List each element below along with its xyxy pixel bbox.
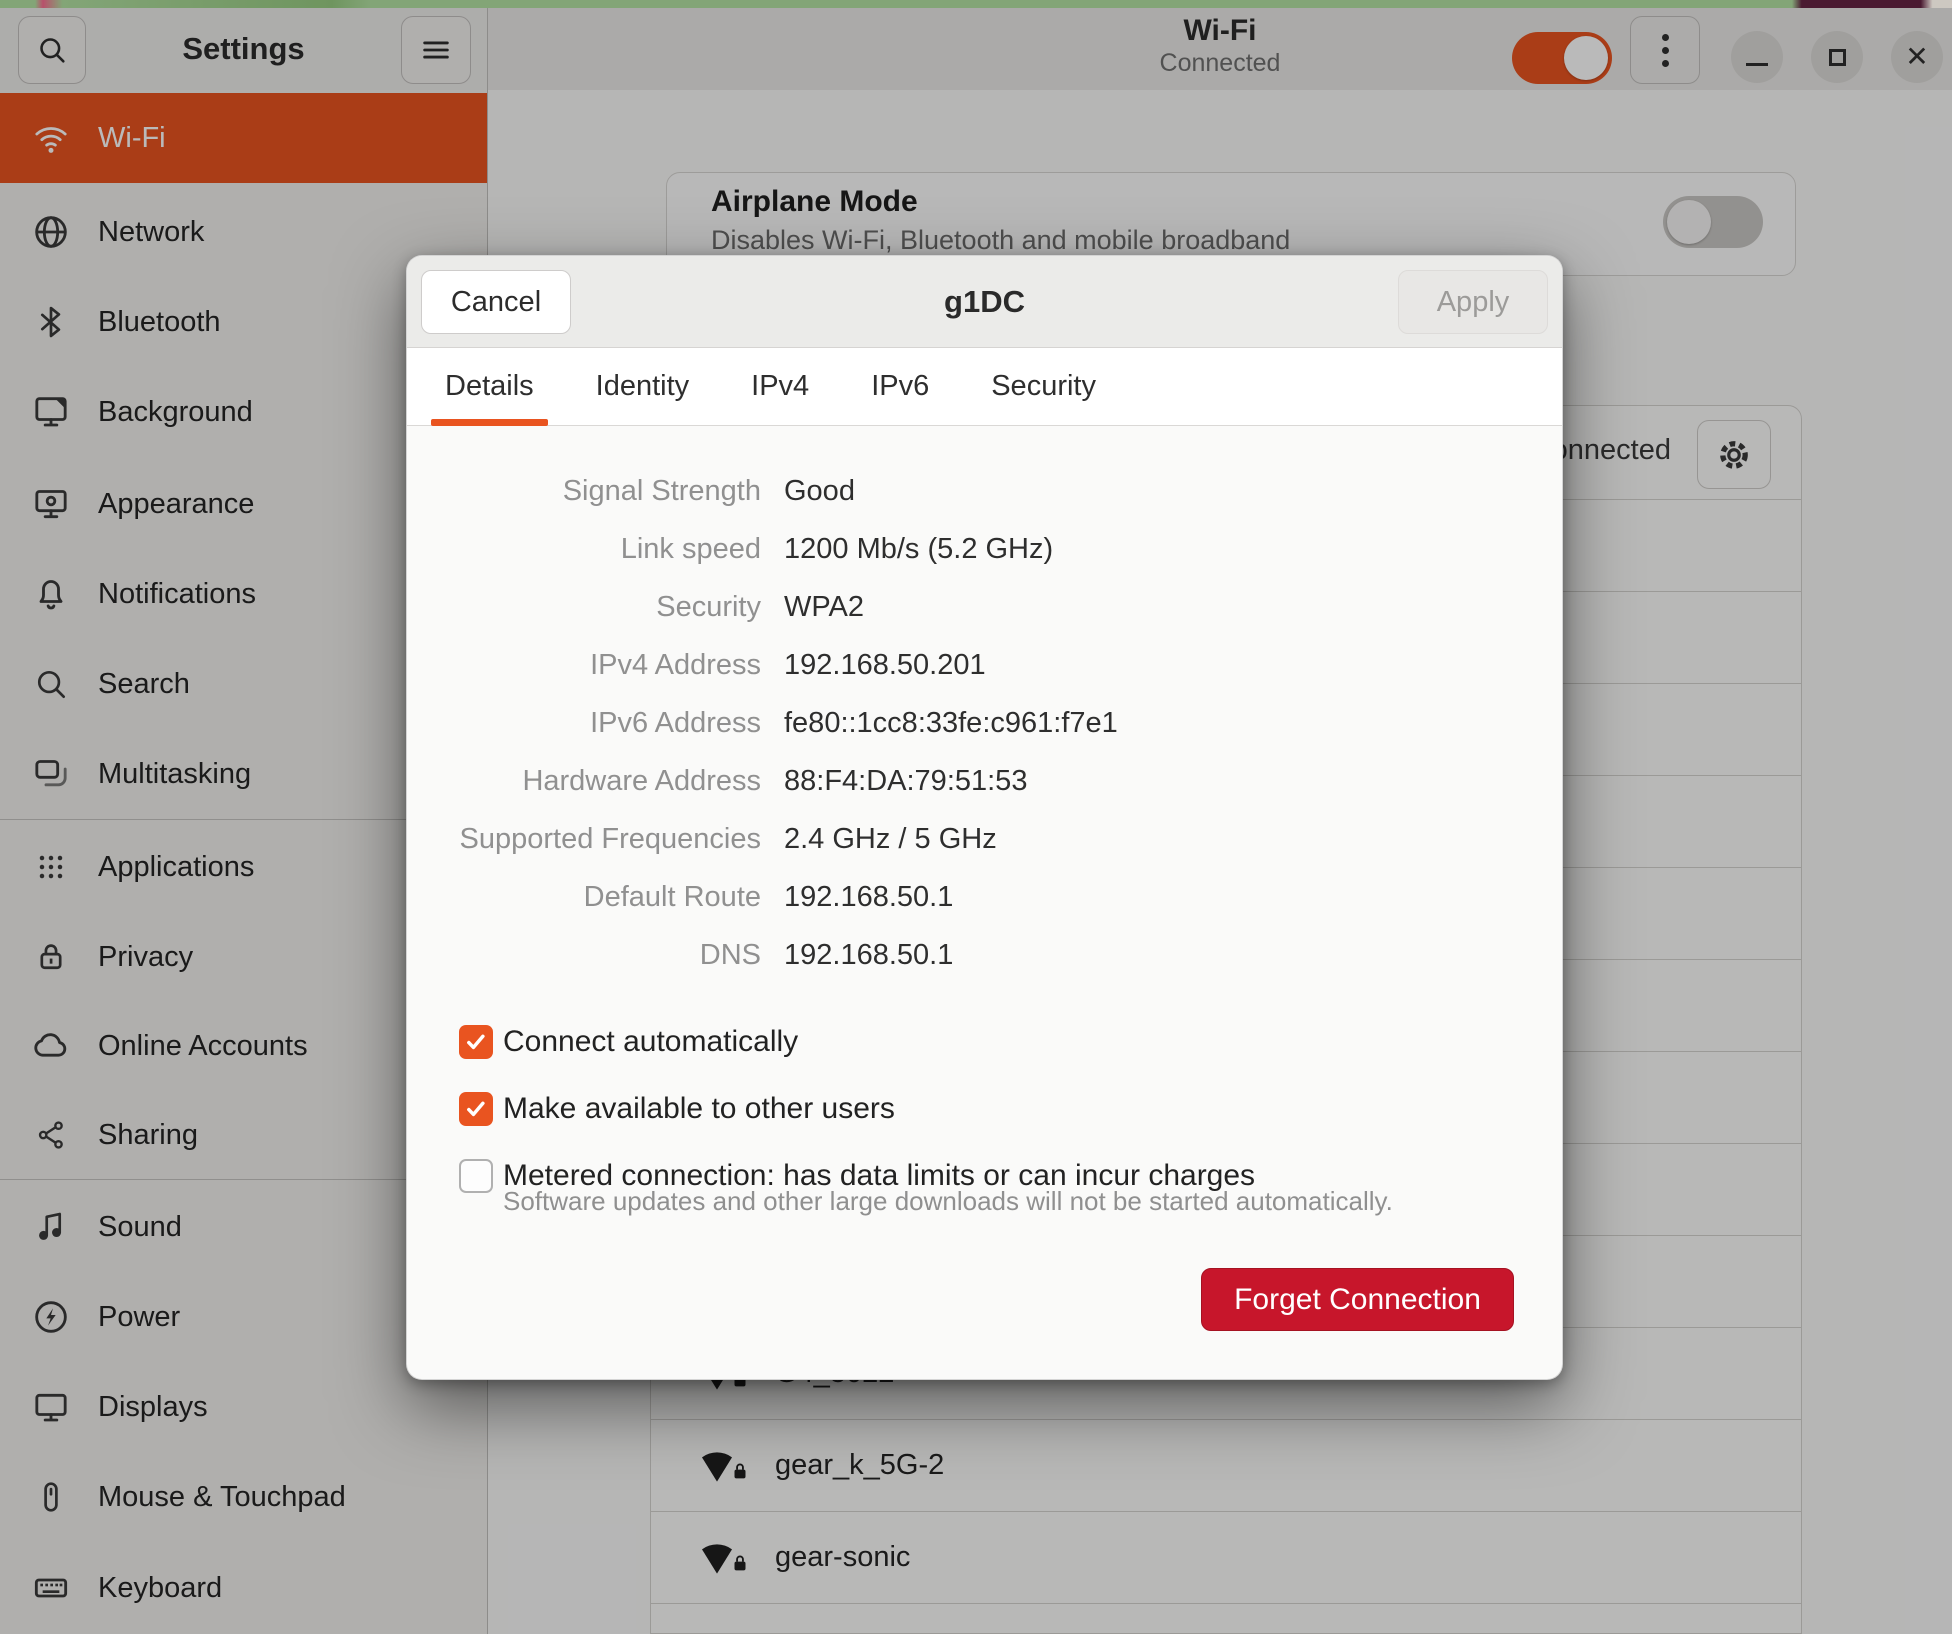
detail-value: WPA2 — [784, 591, 864, 624]
detail-label: DNS — [407, 939, 761, 972]
checkbox-connect-automatically[interactable]: Connect automatically — [459, 1025, 798, 1059]
detail-label: Signal Strength — [407, 475, 761, 508]
detail-row: IPv6 Address fe80::1cc8:33fe:c961:f7e1 — [407, 694, 1562, 752]
tab-details[interactable]: Details — [445, 348, 534, 426]
detail-value: Good — [784, 475, 855, 508]
dialog-tabs: Details Identity IPv4 IPv6 Security — [407, 348, 1562, 426]
detail-label: Supported Frequencies — [407, 823, 761, 856]
detail-row: Link speed 1200 Mb/s (5.2 GHz) — [407, 520, 1562, 578]
checkbox-checked-icon — [459, 1025, 493, 1059]
detail-row: IPv4 Address 192.168.50.201 — [407, 636, 1562, 694]
tab-ipv6[interactable]: IPv6 — [871, 348, 929, 426]
detail-label: IPv6 Address — [407, 707, 761, 740]
apply-button[interactable]: Apply — [1398, 270, 1548, 334]
detail-label: Security — [407, 591, 761, 624]
detail-value: 192.168.50.1 — [784, 939, 953, 972]
detail-label: Default Route — [407, 881, 761, 914]
checkbox-unchecked-icon — [459, 1159, 493, 1193]
detail-value: fe80::1cc8:33fe:c961:f7e1 — [784, 707, 1118, 740]
detail-row: DNS 192.168.50.1 — [407, 926, 1562, 984]
detail-label: Hardware Address — [407, 765, 761, 798]
detail-label: IPv4 Address — [407, 649, 761, 682]
checkbox-label: Make available to other users — [503, 1092, 895, 1126]
cancel-button[interactable]: Cancel — [421, 270, 571, 334]
tab-ipv4[interactable]: IPv4 — [751, 348, 809, 426]
connection-details-dialog: g1DC Cancel Apply Details Identity IPv4 … — [406, 255, 1563, 1380]
detail-value: 1200 Mb/s (5.2 GHz) — [784, 533, 1053, 566]
detail-value: 192.168.50.1 — [784, 881, 953, 914]
detail-value: 2.4 GHz / 5 GHz — [784, 823, 997, 856]
dialog-title: g1DC — [407, 256, 1562, 348]
detail-label: Link speed — [407, 533, 761, 566]
detail-row: Supported Frequencies 2.4 GHz / 5 GHz — [407, 810, 1562, 868]
detail-row: Security WPA2 — [407, 578, 1562, 636]
detail-value: 88:F4:DA:79:51:53 — [784, 765, 1027, 798]
screen: Settings Wi-Fi Connected — [0, 0, 1952, 1634]
checkbox-checked-icon — [459, 1092, 493, 1126]
tab-identity[interactable]: Identity — [596, 348, 690, 426]
checkbox-make-available[interactable]: Make available to other users — [459, 1092, 895, 1126]
detail-row: Default Route 192.168.50.1 — [407, 868, 1562, 926]
desktop-background-sliver — [0, 0, 1952, 8]
detail-row: Signal Strength Good — [407, 462, 1562, 520]
detail-value: 192.168.50.201 — [784, 649, 986, 682]
tab-security[interactable]: Security — [991, 348, 1096, 426]
dialog-headerbar: g1DC Cancel Apply — [407, 256, 1562, 348]
checkbox-label: Connect automatically — [503, 1025, 798, 1059]
details-list: Signal Strength Good Link speed 1200 Mb/s … — [407, 426, 1562, 984]
metered-connection-subtext: Software updates and other large downloa… — [503, 1186, 1393, 1217]
detail-row: Hardware Address 88:F4:DA:79:51:53 — [407, 752, 1562, 810]
forget-connection-button[interactable]: Forget Connection — [1201, 1268, 1514, 1331]
